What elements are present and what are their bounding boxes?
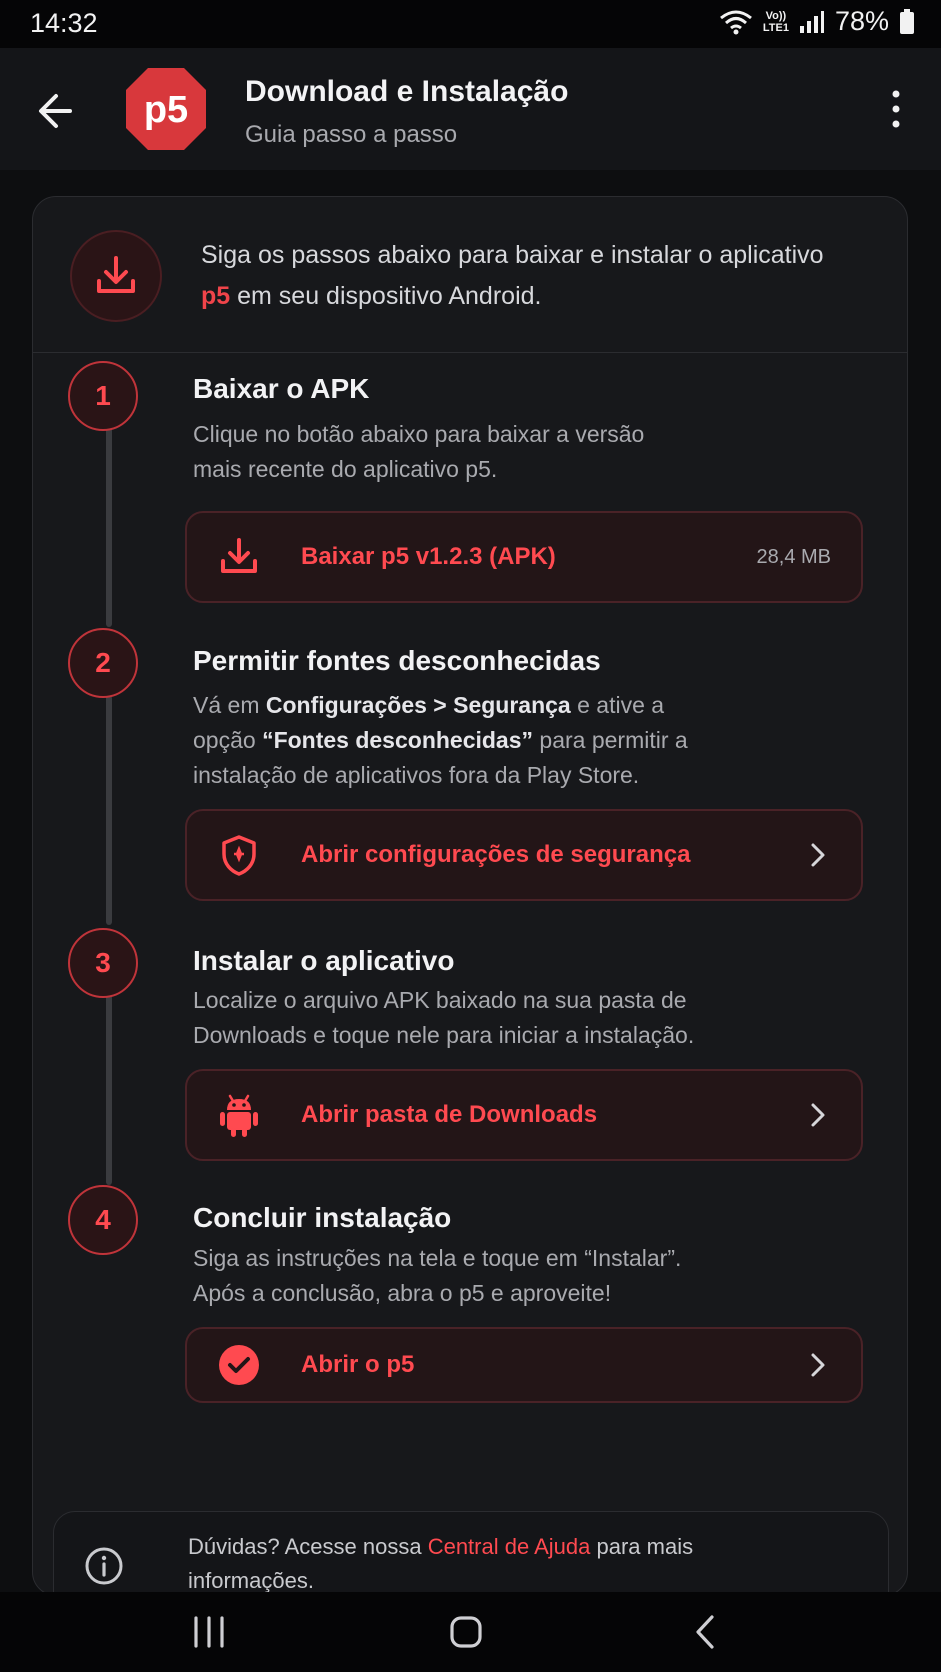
chevron-right-icon	[811, 1353, 825, 1377]
shield-icon	[217, 833, 261, 877]
chevron-right-icon	[811, 843, 825, 867]
recent-apps-button[interactable]	[184, 1610, 234, 1654]
home-icon	[450, 1616, 482, 1648]
step-title: Concluir instalação	[193, 1202, 452, 1233]
help-text: Dúvidas? Acesse nossa Central de Ajuda p…	[188, 1534, 694, 1593]
app-bar: p5 Download e Instalação Guia passo a pa…	[0, 48, 941, 170]
step-number: 2	[68, 628, 138, 698]
step-title: Permitir fontes desconhecidas	[193, 645, 601, 676]
open-downloads-folder-label: Abrir pasta de Downloads	[301, 1101, 598, 1128]
open-security-settings-label: Abrir configurações de segurança	[301, 841, 691, 868]
system-nav-bar	[0, 1592, 941, 1672]
intro-app-name: p5	[201, 282, 231, 310]
back-arrow-icon[interactable]	[30, 86, 88, 136]
step-description: Siga as instruções na tela e toque em “I…	[193, 1245, 682, 1306]
open-downloads-folder-button[interactable]: Abrir pasta de Downloads	[185, 1069, 863, 1161]
android-icon	[217, 1093, 261, 1137]
info-icon	[85, 1547, 123, 1585]
page-subtitle: Guia passo a passo	[245, 121, 458, 148]
step-title: Baixar o APK	[193, 373, 370, 404]
help-center-link[interactable]: Central de Ajuda	[428, 1534, 591, 1559]
step-number: 3	[68, 928, 138, 998]
signal-icon	[799, 10, 824, 33]
volte-indicator: Vo)) LTE1	[762, 9, 789, 34]
more-options-icon[interactable]	[885, 88, 907, 130]
chevron-right-icon	[811, 1103, 825, 1127]
home-button[interactable]	[441, 1610, 491, 1654]
app-logo: p5	[124, 66, 208, 152]
open-security-settings-button[interactable]: Abrir configurações de segurança	[185, 809, 863, 901]
step-number: 1	[68, 361, 138, 431]
wifi-icon	[719, 10, 752, 34]
download-icon	[70, 230, 162, 322]
intro-section: Siga os passos abaixo para baixar e inst…	[33, 197, 907, 353]
help-notice: Dúvidas? Acesse nossa Central de Ajuda p…	[53, 1511, 889, 1595]
timeline-line	[106, 993, 112, 1185]
step-description: Vá em Configurações > Segurança e ative …	[193, 692, 688, 788]
install-guide-card: Siga os passos abaixo para baixar e inst…	[32, 196, 908, 1596]
recent-apps-icon	[194, 1616, 224, 1648]
app-logo-text: p5	[144, 89, 188, 131]
intro-text: Siga os passos abaixo para baixar e inst…	[201, 241, 824, 310]
step-title: Instalar o aplicativo	[193, 945, 455, 976]
download-apk-label: Baixar p5 v1.2.3 (APK)	[301, 543, 556, 570]
download-icon	[217, 535, 261, 579]
battery-icon	[900, 8, 914, 34]
back-chevron-icon	[696, 1615, 714, 1649]
back-button[interactable]	[680, 1610, 730, 1654]
status-time: 14:32	[30, 8, 98, 38]
step-description: Localize o arquivo APK baixado na sua pa…	[193, 987, 695, 1048]
open-p5-label: Abrir o p5	[301, 1351, 415, 1378]
step-description: Clique no botão abaixo para baixar a ver…	[193, 421, 645, 482]
page-title: Download e Instalação	[245, 75, 569, 108]
check-circle-icon	[217, 1343, 261, 1387]
open-p5-button[interactable]: Abrir o p5	[185, 1327, 863, 1403]
status-bar: 14:32 Vo)) LTE1 78%	[0, 0, 941, 48]
download-apk-button[interactable]: Baixar p5 v1.2.3 (APK) 28,4 MB	[185, 511, 863, 603]
status-icons: Vo)) LTE1 78%	[719, 6, 915, 37]
timeline-line	[106, 427, 112, 627]
timeline-line	[106, 695, 112, 925]
file-size: 28,4 MB	[756, 545, 831, 568]
step-number: 4	[68, 1185, 138, 1255]
battery-percent: 78%	[834, 6, 889, 36]
